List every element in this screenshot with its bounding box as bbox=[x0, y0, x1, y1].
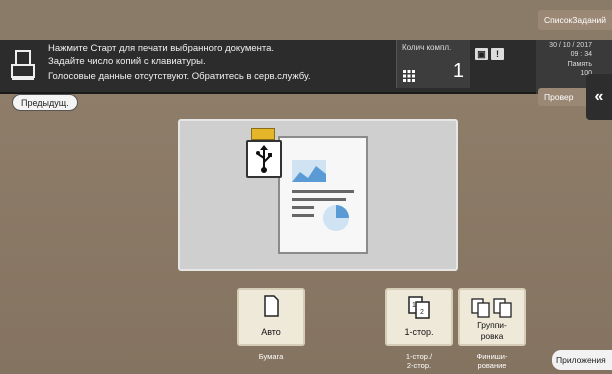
previous-button[interactable]: Предыдущ. bbox=[12, 94, 78, 111]
document-preview bbox=[178, 119, 458, 271]
status-message-1: Нажмите Старт для печати выбранного доку… bbox=[48, 43, 275, 54]
collapse-panel-button[interactable]: « bbox=[586, 74, 612, 120]
status-message-3: Голосовые данные отсутствуют. Обратитесь… bbox=[48, 71, 311, 82]
svg-text:1: 1 bbox=[412, 302, 416, 309]
group-icon bbox=[471, 298, 512, 318]
alert-icon: ! bbox=[491, 48, 504, 60]
finishing-sublabel: Финиши- рование bbox=[476, 352, 508, 370]
double-chevron-left-icon: « bbox=[594, 88, 604, 105]
paper-button[interactable]: Авто bbox=[237, 288, 305, 346]
duplex-sublabel: 1-стор./ 2-стор. bbox=[405, 352, 433, 370]
duplex-button-label: 1-стор. bbox=[404, 327, 434, 337]
duplex-button[interactable]: 1 2 1-стор. bbox=[385, 288, 453, 346]
keypad-icon bbox=[403, 70, 415, 82]
paper-button-label: Авто bbox=[261, 327, 281, 337]
top-strip bbox=[0, 0, 612, 40]
grouping-button[interactable]: Группи- ровка bbox=[458, 288, 526, 346]
usb-tab bbox=[251, 128, 275, 140]
grouping-button-label: Группи- ровка bbox=[477, 320, 507, 341]
copies-box[interactable]: Колич компл. 1 bbox=[396, 40, 470, 88]
duplex-icon: 1 2 bbox=[408, 296, 430, 319]
printer-icon bbox=[11, 50, 35, 80]
status-icons: ▣! bbox=[475, 44, 507, 62]
svg-text:2: 2 bbox=[420, 309, 424, 316]
job-list-button[interactable]: СписокЗаданий bbox=[538, 10, 612, 30]
paper-icon bbox=[264, 295, 279, 317]
time: 09 : 34 bbox=[570, 51, 592, 58]
paper-sublabel: Бумага bbox=[258, 352, 284, 361]
memory-label: Память bbox=[567, 61, 592, 68]
usb-icon bbox=[246, 140, 282, 178]
network-icon: ▣ bbox=[475, 48, 488, 60]
status-message-2: Задайте число копий с клавиатуры. bbox=[48, 56, 206, 67]
document-thumbnail bbox=[278, 136, 368, 254]
applications-button[interactable]: Приложения bbox=[552, 350, 612, 370]
copies-value: 1 bbox=[452, 60, 464, 82]
date: 30 / 10 / 2017 bbox=[549, 42, 592, 49]
document-content-icon bbox=[292, 160, 354, 231]
copies-label: Колич компл. bbox=[402, 43, 452, 52]
